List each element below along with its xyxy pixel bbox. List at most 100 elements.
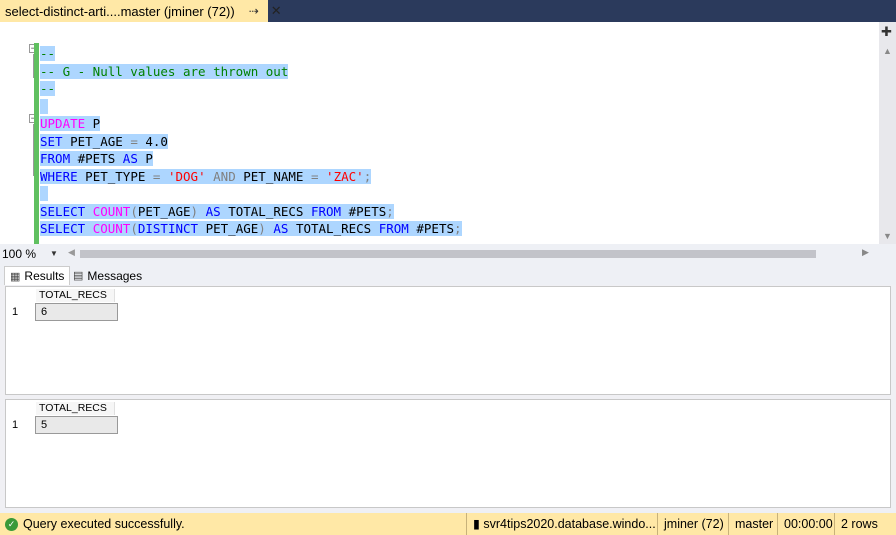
code-line[interactable] (40, 185, 462, 203)
code-line[interactable]: SET PET_AGE = 4.0 (40, 133, 462, 151)
tab-messages-label: Messages (87, 268, 143, 283)
status-database: master (728, 513, 779, 535)
status-bar: ✓ Query executed successfully. ▮ svr4tip… (0, 513, 896, 535)
server-icon: ▮ (473, 517, 480, 531)
code-token: COUNT (92, 203, 131, 219)
code-line[interactable]: FROM #PETS AS P (40, 150, 462, 168)
code-token: FROM (378, 221, 409, 236)
code-line[interactable]: UPDATE P (40, 115, 462, 133)
code-token: = (310, 168, 319, 184)
grid-icon: ▦ (10, 270, 21, 283)
scroll-right-icon[interactable]: ▶ (862, 247, 869, 258)
scroll-down-icon[interactable]: ▼ (883, 231, 892, 241)
success-check-icon: ✓ (5, 517, 18, 531)
sql-code[interactable]: -- -- G - Null values are thrown out -- UP… (40, 45, 462, 238)
code-token: PET_AGE (198, 221, 259, 236)
close-icon[interactable]: ✕ (271, 3, 282, 19)
code-token: 'ZAC' (326, 168, 364, 184)
result-grid-1[interactable]: TOTAL_RECS 1 6 (5, 286, 891, 395)
code-token: PET_NAME (235, 168, 311, 184)
status-rows: 2 rows (834, 513, 896, 535)
chevron-down-icon[interactable]: ▼ (50, 249, 58, 258)
editor-footer: 100 % ▼ ◀ ▶ (0, 244, 896, 263)
code-token: DISTINCT (137, 221, 199, 236)
editor-vertical-scrollbar[interactable]: ✚ ▲ ▼ (879, 22, 896, 244)
status-server: ▮ svr4tips2020.database.windo... (466, 513, 657, 535)
code-line[interactable] (40, 98, 462, 116)
code-token: -- (40, 81, 56, 96)
zoom-select[interactable]: 100 % ▼ (2, 246, 62, 261)
code-selection: -- (40, 46, 56, 61)
code-token: #PETS (70, 151, 123, 166)
code-selection: SELECT COUNT(PET_AGE) AS TOTAL_RECS FROM… (40, 203, 394, 219)
code-token: COUNT (92, 221, 131, 236)
code-token: #PETS (408, 221, 454, 236)
split-view-icon[interactable]: ✚ (881, 24, 892, 40)
code-line[interactable]: -- (40, 80, 462, 98)
query-editor[interactable]: − − ---- G - Null values are thrown out-… (0, 22, 896, 244)
code-token: AS (122, 151, 138, 166)
code-token: TOTAL_RECS (288, 221, 379, 236)
results-pane: TOTAL_RECS 1 6 TOTAL_RECS 1 5 (0, 285, 896, 511)
zoom-value: 100 % (2, 246, 37, 261)
code-token: PET_TYPE (77, 168, 153, 184)
code-token: FROM (40, 151, 71, 166)
code-token: ; (454, 221, 462, 236)
row-number[interactable]: 1 (12, 419, 18, 431)
status-message: Query executed successfully. (23, 517, 185, 531)
code-line[interactable]: -- (40, 45, 462, 63)
code-selection (40, 186, 48, 201)
code-token: UPDATE (40, 116, 86, 131)
results-tabs: ▦ Results ▤ Messages (0, 264, 896, 285)
tab-messages[interactable]: ▤ Messages (68, 266, 147, 285)
code-line[interactable]: SELECT COUNT(DISTINCT PET_AGE) AS TOTAL_… (40, 220, 462, 238)
code-token: ( (130, 221, 138, 236)
code-token: P (137, 151, 153, 166)
row-number[interactable]: 1 (12, 306, 18, 318)
code-token: SELECT (40, 203, 86, 219)
code-token: AS (205, 203, 221, 219)
code-token: #PETS (341, 203, 387, 219)
code-token: P (85, 116, 101, 131)
code-token: ( (130, 203, 138, 219)
document-tab[interactable]: select-distinct-arti....master (jminer (… (0, 0, 282, 22)
messages-icon: ▤ (73, 270, 84, 282)
code-selection (40, 98, 48, 114)
code-line[interactable]: WHERE PET_TYPE = 'DOG' AND PET_NAME = 'Z… (40, 168, 462, 186)
status-server-text: svr4tips2020.database.windo... (483, 517, 656, 531)
code-token: = (130, 133, 138, 149)
code-line[interactable]: SELECT COUNT(PET_AGE) AS TOTAL_RECS FROM… (40, 203, 462, 221)
code-selection: WHERE PET_TYPE = 'DOG' AND PET_NAME = 'Z… (40, 168, 372, 184)
code-token: ) (258, 221, 266, 236)
code-token: SET (40, 133, 63, 149)
code-selection: -- G - Null values are thrown out (40, 63, 289, 79)
code-token: ) (190, 203, 199, 219)
scroll-left-icon[interactable]: ◀ (68, 247, 75, 258)
editor-horizontal-scrollbar[interactable] (80, 250, 816, 258)
result-cell[interactable]: 6 (35, 303, 118, 321)
column-header[interactable]: TOTAL_RECS (36, 402, 115, 415)
code-line[interactable]: -- G - Null values are thrown out (40, 63, 462, 81)
result-cell[interactable]: 5 (35, 416, 118, 434)
change-tracking-bar (34, 43, 39, 244)
code-token: TOTAL_RECS (220, 203, 311, 219)
scroll-up-icon[interactable]: ▲ (883, 46, 892, 56)
code-selection: SELECT COUNT(DISTINCT PET_AGE) AS TOTAL_… (40, 221, 462, 236)
code-token: PET_AGE (137, 203, 191, 219)
code-token: FROM (310, 203, 342, 219)
column-header[interactable]: TOTAL_RECS (36, 289, 115, 302)
code-token: ; (363, 168, 372, 184)
code-token: AND (213, 168, 236, 184)
document-tab-title[interactable]: select-distinct-arti....master (jminer (… (5, 4, 235, 19)
tab-results-label: Results (24, 269, 65, 283)
pin-icon[interactable]: ⇢ (249, 4, 259, 18)
tab-results[interactable]: ▦ Results (4, 266, 71, 285)
status-user: jminer (72) (657, 513, 730, 535)
code-selection: UPDATE P (40, 116, 101, 131)
result-grid-2[interactable]: TOTAL_RECS 1 5 (5, 399, 891, 508)
